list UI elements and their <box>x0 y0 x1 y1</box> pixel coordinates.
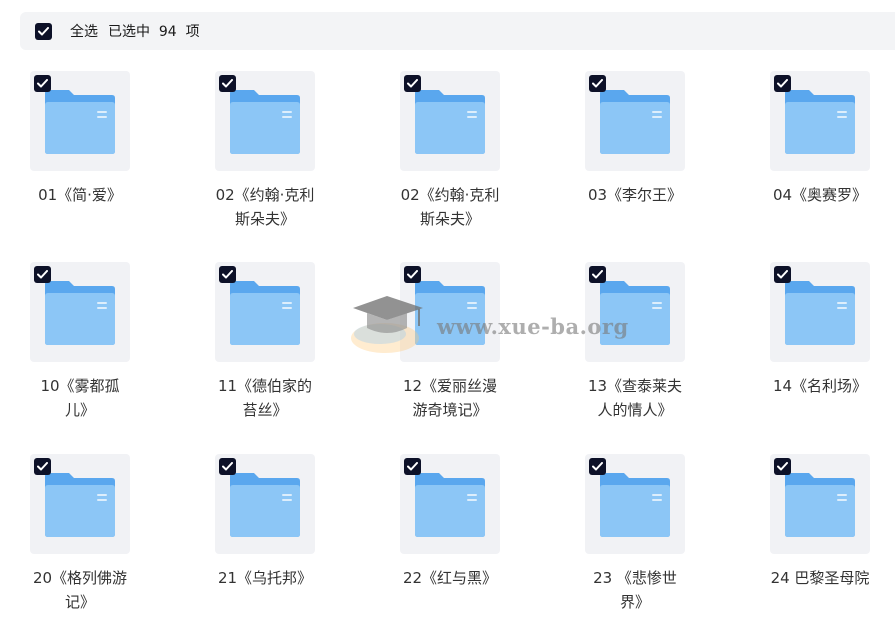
folder-item[interactable]: 20《格列佛游记》 <box>30 454 180 621</box>
check-icon <box>222 270 233 279</box>
folder-name[interactable]: 12《爱丽丝漫游奇境记》 <box>400 374 500 422</box>
item-checkbox[interactable] <box>34 75 51 92</box>
folder-name[interactable]: 20《格列佛游记》 <box>30 566 130 614</box>
folder-name[interactable]: 23 《悲惨世界》 <box>585 566 685 614</box>
folder-name[interactable]: 13《查泰莱夫人的情人》 <box>585 374 685 422</box>
folder-icon <box>415 281 485 345</box>
folder-name[interactable]: 24 巴黎圣母院 <box>770 566 870 590</box>
folder-icon <box>600 90 670 154</box>
folder-thumbnail[interactable] <box>585 71 685 171</box>
item-checkbox[interactable] <box>774 458 791 475</box>
item-checkbox[interactable] <box>404 266 421 283</box>
folder-thumbnail[interactable] <box>770 454 870 554</box>
folder-icon <box>785 473 855 537</box>
folder-item[interactable]: 04《奥赛罗》 <box>770 71 895 241</box>
folder-item[interactable]: 22《红与黑》 <box>400 454 550 621</box>
folder-item[interactable]: 13《查泰莱夫人的情人》 <box>585 262 735 432</box>
folder-icon <box>230 90 300 154</box>
item-checkbox[interactable] <box>774 75 791 92</box>
item-checkbox[interactable] <box>404 458 421 475</box>
check-icon <box>592 79 603 88</box>
folder-thumbnail[interactable] <box>30 71 130 171</box>
folder-grid: 01《简·爱》 02《约翰·克利斯朵夫》 02《约翰·克利斯朵夫》 03《李尔王》 04… <box>0 0 895 621</box>
item-checkbox[interactable] <box>219 266 236 283</box>
folder-name[interactable]: 01《简·爱》 <box>30 183 130 207</box>
file-browser: 全选 已选中 94 项 01《简·爱》 02《约翰·克利斯朵夫》 02《约翰·克利斯… <box>0 0 895 621</box>
check-icon <box>222 462 233 471</box>
folder-name[interactable]: 03《李尔王》 <box>585 183 685 207</box>
item-checkbox[interactable] <box>589 75 606 92</box>
item-checkbox[interactable] <box>219 75 236 92</box>
folder-thumbnail[interactable] <box>400 71 500 171</box>
folder-thumbnail[interactable] <box>215 262 315 362</box>
folder-name[interactable]: 14《名利场》 <box>770 374 870 398</box>
folder-item[interactable]: 23 《悲惨世界》 <box>585 454 735 621</box>
folder-item[interactable]: 02《约翰·克利斯朵夫》 <box>215 71 365 241</box>
folder-name[interactable]: 21《乌托邦》 <box>215 566 315 590</box>
folder-item[interactable]: 14《名利场》 <box>770 262 895 432</box>
folder-name[interactable]: 02《约翰·克利斯朵夫》 <box>400 183 500 231</box>
folder-icon <box>45 90 115 154</box>
folder-name[interactable]: 02《约翰·克利斯朵夫》 <box>215 183 315 231</box>
folder-thumbnail[interactable] <box>400 454 500 554</box>
folder-thumbnail[interactable] <box>770 71 870 171</box>
folder-thumbnail[interactable] <box>30 454 130 554</box>
check-icon <box>592 270 603 279</box>
folder-icon <box>600 473 670 537</box>
folder-icon <box>45 281 115 345</box>
folder-name[interactable]: 22《红与黑》 <box>400 566 500 590</box>
folder-thumbnail[interactable] <box>585 454 685 554</box>
folder-icon <box>45 473 115 537</box>
folder-thumbnail[interactable] <box>585 262 685 362</box>
folder-item[interactable]: 21《乌托邦》 <box>215 454 365 621</box>
check-icon <box>37 462 48 471</box>
check-icon <box>37 270 48 279</box>
folder-icon <box>230 473 300 537</box>
folder-icon <box>415 473 485 537</box>
folder-icon <box>785 90 855 154</box>
item-checkbox[interactable] <box>589 266 606 283</box>
folder-thumbnail[interactable] <box>770 262 870 362</box>
item-checkbox[interactable] <box>219 458 236 475</box>
folder-item[interactable]: 24 巴黎圣母院 <box>770 454 895 621</box>
check-icon <box>592 462 603 471</box>
check-icon <box>777 270 788 279</box>
folder-item[interactable]: 03《李尔王》 <box>585 71 735 241</box>
item-checkbox[interactable] <box>34 458 51 475</box>
folder-item[interactable]: 12《爱丽丝漫游奇境记》 <box>400 262 550 432</box>
check-icon <box>407 462 418 471</box>
folder-name[interactable]: 11《德伯家的苔丝》 <box>215 374 315 422</box>
folder-name[interactable]: 10《雾都孤儿》 <box>30 374 130 422</box>
folder-thumbnail[interactable] <box>215 454 315 554</box>
check-icon <box>222 79 233 88</box>
item-checkbox[interactable] <box>589 458 606 475</box>
folder-thumbnail[interactable] <box>30 262 130 362</box>
check-icon <box>407 270 418 279</box>
folder-thumbnail[interactable] <box>400 262 500 362</box>
check-icon <box>37 79 48 88</box>
item-checkbox[interactable] <box>774 266 791 283</box>
item-checkbox[interactable] <box>404 75 421 92</box>
folder-name[interactable]: 04《奥赛罗》 <box>770 183 870 207</box>
check-icon <box>777 462 788 471</box>
folder-thumbnail[interactable] <box>215 71 315 171</box>
folder-icon <box>415 90 485 154</box>
check-icon <box>407 79 418 88</box>
folder-item[interactable]: 01《简·爱》 <box>30 71 180 241</box>
folder-item[interactable]: 11《德伯家的苔丝》 <box>215 262 365 432</box>
folder-icon <box>785 281 855 345</box>
folder-item[interactable]: 02《约翰·克利斯朵夫》 <box>400 71 550 241</box>
folder-icon <box>230 281 300 345</box>
folder-item[interactable]: 10《雾都孤儿》 <box>30 262 180 432</box>
item-checkbox[interactable] <box>34 266 51 283</box>
folder-icon <box>600 281 670 345</box>
check-icon <box>777 79 788 88</box>
